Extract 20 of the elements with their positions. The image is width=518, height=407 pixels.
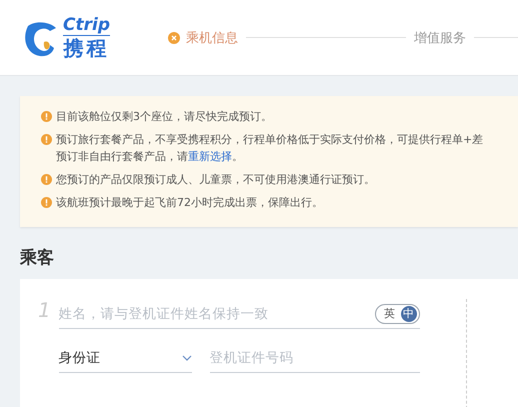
chevron-down-icon [182,354,192,360]
notice-text: 预订旅行套餐产品，不享受携程积分，行程单价格低于实际支付价格，可提供行程单+差 预订非自由行套餐产品，请重新选择。 [56,132,484,165]
notice-text: 目前该舱位仅剩3个座位，请尽快完成预订。 [56,109,272,125]
step-icon [168,32,180,44]
logo-text: Ctrip [63,17,110,36]
warning-icon [41,174,52,185]
language-toggle[interactable]: 英 中 [374,304,420,324]
step-text: 乘机信息 [186,30,238,46]
logo-text: 携程 [63,38,110,58]
name-field[interactable]: 姓名，请与登机证件姓名保持一致 [58,306,375,322]
id-number-field[interactable]: 登机证件号码 [210,343,420,373]
warning-icon [41,197,52,208]
section-title: 乘客 [20,247,55,270]
step-label: 增值服务 [414,30,466,46]
notice-text: 该航班预计最晚于起飞前72小时完成出票，保障出行。 [56,195,323,211]
warning-icon [41,134,52,145]
warning-icon [41,111,52,122]
reselect-link[interactable]: 重新选择 [188,150,232,163]
id-type-select[interactable]: 身份证 [58,343,192,373]
notice-text: 您预订的产品仅限预订成人、儿童票，不可使用港澳通行证预订。 [56,172,375,188]
